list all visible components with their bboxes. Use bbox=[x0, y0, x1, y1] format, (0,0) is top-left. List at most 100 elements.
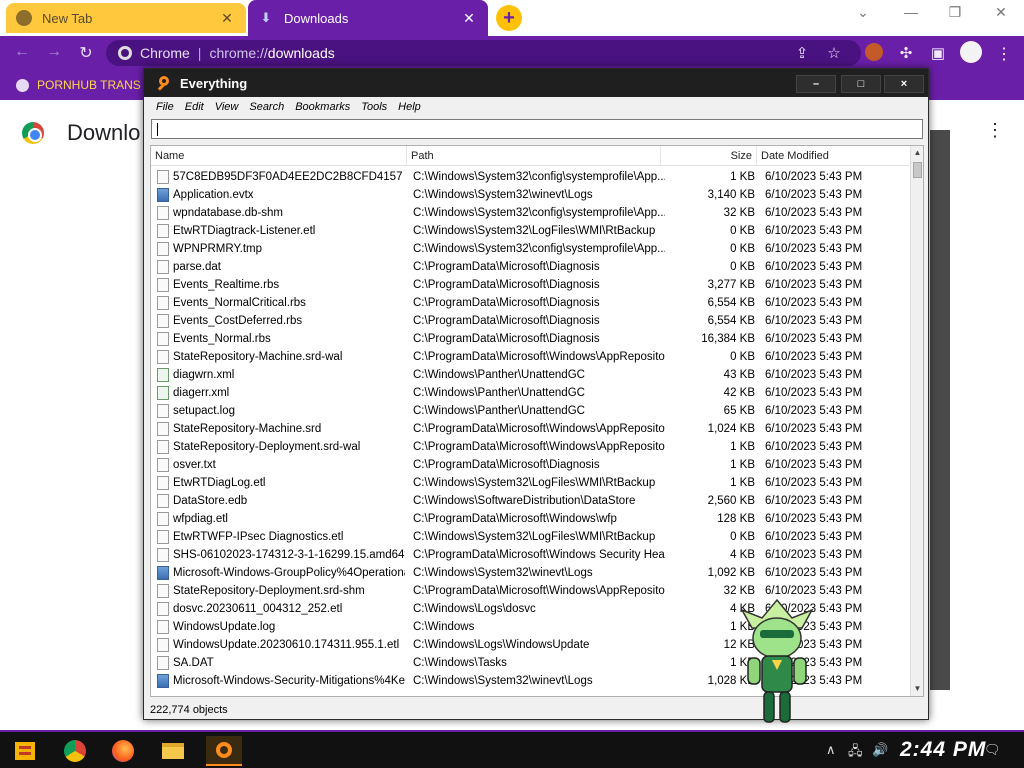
new-tab-button[interactable]: + bbox=[496, 5, 522, 31]
table-row[interactable]: Events_Realtime.rbs C:\ProgramData\Micros… bbox=[151, 276, 909, 294]
file-path: C:\Windows\SoftwareDistribution\DataStor… bbox=[413, 495, 636, 507]
menu-tools[interactable]: Tools bbox=[358, 101, 390, 113]
scroll-down-arrow-icon[interactable]: ▼ bbox=[911, 682, 923, 696]
network-icon[interactable]: 🖧 bbox=[848, 742, 863, 764]
file-file-icon bbox=[157, 476, 169, 490]
share-icon[interactable]: ⇪ bbox=[792, 44, 812, 62]
menu-edit[interactable]: Edit bbox=[182, 101, 207, 113]
file-path: C:\Windows\Logs\dosvc bbox=[413, 603, 536, 615]
tab-search-chevron-icon[interactable]: ⌄ bbox=[848, 4, 878, 21]
file-name: Microsoft-Windows-Security-Mitigations%4… bbox=[173, 675, 405, 687]
tab-close-icon[interactable]: ✕ bbox=[460, 10, 478, 27]
menu-help[interactable]: Help bbox=[395, 101, 424, 113]
clock[interactable]: 2:44 PM bbox=[900, 738, 986, 762]
table-row[interactable]: EtwRTDiagLog.etl C:\Windows\System32\LogF… bbox=[151, 474, 909, 492]
file-date: 6/10/2023 5:43 PM bbox=[765, 351, 863, 363]
table-row[interactable]: Application.evtx C:\Windows\System32\wine… bbox=[151, 186, 909, 204]
notification-icon[interactable]: 🗨 bbox=[984, 742, 1001, 758]
page-title: Downlo bbox=[67, 120, 141, 145]
everything-icon[interactable] bbox=[206, 736, 242, 766]
menu-bookmarks[interactable]: Bookmarks bbox=[292, 101, 353, 113]
tab-new-tab[interactable]: New Tab ✕ bbox=[6, 3, 246, 33]
menu-view[interactable]: View bbox=[212, 101, 242, 113]
back-icon[interactable]: ← bbox=[12, 43, 32, 61]
volume-icon[interactable]: 🔊 bbox=[872, 742, 888, 758]
file-size: 6,554 KB bbox=[707, 315, 755, 327]
column-size-header[interactable]: Size bbox=[661, 146, 757, 166]
file-size: 1 KB bbox=[730, 441, 755, 453]
scroll-thumb[interactable] bbox=[913, 162, 922, 178]
profile-icon[interactable] bbox=[960, 41, 982, 63]
browser-menu-icon[interactable]: ⋮ bbox=[996, 44, 1012, 64]
page-menu-icon[interactable]: ⋮ bbox=[986, 120, 1004, 141]
column-date-header[interactable]: Date Modified bbox=[757, 146, 909, 166]
table-row[interactable]: DataStore.edb C:\Windows\SoftwareDistribu… bbox=[151, 492, 909, 510]
table-row[interactable]: parse.dat C:\ProgramData\Microsoft\Diagno… bbox=[151, 258, 909, 276]
forward-icon[interactable]: → bbox=[44, 43, 64, 61]
table-row[interactable]: EtwRTDiagtrack-Listener.etl C:\Windows\Sy… bbox=[151, 222, 909, 240]
column-name-header[interactable]: Name bbox=[151, 146, 407, 166]
everything-titlebar[interactable]: Everything – □ × bbox=[144, 69, 928, 97]
table-row[interactable]: StateRepository-Deployment.srd-wal C:\Pro… bbox=[151, 438, 909, 456]
reload-icon[interactable]: ↻ bbox=[76, 43, 96, 63]
file-name: StateRepository-Deployment.srd-shm bbox=[173, 585, 365, 597]
close-icon[interactable]: ✕ bbox=[986, 4, 1016, 21]
table-row[interactable]: osver.txt C:\ProgramData\Microsoft\Diagno… bbox=[151, 456, 909, 474]
search-input[interactable] bbox=[151, 119, 923, 139]
extensions-icon[interactable]: ✣ bbox=[896, 44, 916, 62]
table-row[interactable]: diagerr.xml C:\Windows\Panther\UnattendGC… bbox=[151, 384, 909, 402]
file-size: 65 KB bbox=[723, 405, 755, 417]
chrome-icon[interactable] bbox=[60, 736, 90, 766]
vertical-scrollbar[interactable]: ▲ ▼ bbox=[910, 146, 923, 696]
table-row[interactable]: EtwRTWFP-IPsec Diagnostics.etl C:\Windows… bbox=[151, 528, 909, 546]
close-button[interactable]: × bbox=[884, 75, 924, 93]
minimize-button[interactable]: – bbox=[796, 75, 836, 93]
table-row[interactable]: wfpdiag.etl C:\ProgramData\Microsoft\Wind… bbox=[151, 510, 909, 528]
start-icon[interactable] bbox=[10, 736, 40, 766]
file-path: C:\Windows\Logs\WindowsUpdate bbox=[413, 639, 590, 651]
file-date: 6/10/2023 5:43 PM bbox=[765, 225, 863, 237]
table-row[interactable]: SHS-06102023-174312-3-1-16299.15.amd64f.… bbox=[151, 546, 909, 564]
file-size: 128 KB bbox=[717, 513, 755, 525]
bookmark-item[interactable]: PORNHUB TRANS bbox=[16, 78, 141, 92]
tray-overflow-icon[interactable]: ∧ bbox=[826, 742, 836, 758]
menu-file[interactable]: File bbox=[153, 101, 177, 113]
file-date: 6/10/2023 5:43 PM bbox=[765, 315, 863, 327]
address-bar[interactable]: Chrome | chrome:// downloads bbox=[106, 40, 861, 66]
tab-downloads[interactable]: ⬇ Downloads ✕ bbox=[248, 0, 488, 36]
file-path: C:\ProgramData\Microsoft\Windows\wfp bbox=[413, 513, 617, 525]
restore-icon[interactable]: ❐ bbox=[940, 4, 970, 21]
file-name: DataStore.edb bbox=[173, 495, 248, 507]
table-row[interactable]: wpndatabase.db-shm C:\Windows\System32\co… bbox=[151, 204, 909, 222]
file-date: 6/10/2023 5:43 PM bbox=[765, 495, 863, 507]
menu-search[interactable]: Search bbox=[246, 101, 287, 113]
table-row[interactable]: StateRepository-Machine.srd C:\ProgramDat… bbox=[151, 420, 909, 438]
extension-avatar-icon[interactable] bbox=[865, 43, 883, 61]
file-path: C:\Windows\System32\LogFiles\WMI\RtBacku… bbox=[413, 477, 656, 489]
chrome-site-icon bbox=[118, 46, 132, 60]
chrome-logo-icon bbox=[22, 122, 44, 144]
tab-close-icon[interactable]: ✕ bbox=[218, 10, 236, 27]
file-file-icon bbox=[157, 350, 169, 364]
maximize-button[interactable]: □ bbox=[841, 75, 881, 93]
table-row[interactable]: diagwrn.xml C:\Windows\Panther\UnattendGC… bbox=[151, 366, 909, 384]
file-path: C:\Windows\System32\winevt\Logs bbox=[413, 189, 593, 201]
table-row[interactable]: StateRepository-Machine.srd-wal C:\Progra… bbox=[151, 348, 909, 366]
table-row[interactable]: setupact.log C:\Windows\Panther\UnattendG… bbox=[151, 402, 909, 420]
minimize-icon[interactable]: — bbox=[896, 4, 926, 20]
file-explorer-icon[interactable] bbox=[158, 736, 188, 766]
column-path-header[interactable]: Path bbox=[407, 146, 661, 166]
file-file-icon bbox=[157, 224, 169, 238]
side-panel-icon[interactable]: ▣ bbox=[928, 44, 948, 62]
table-row[interactable]: 57C8EDB95DF3F0AD4EE2DC2B8CFD4157 C:\Windo… bbox=[151, 168, 909, 186]
file-date: 6/10/2023 5:43 PM bbox=[765, 243, 863, 255]
download-icon: ⬇ bbox=[260, 10, 272, 25]
table-row[interactable]: WPNPRMRY.tmp C:\Windows\System32\config\s… bbox=[151, 240, 909, 258]
table-row[interactable]: Events_NormalCritical.rbs C:\ProgramData\… bbox=[151, 294, 909, 312]
scroll-up-arrow-icon[interactable]: ▲ bbox=[911, 146, 923, 160]
table-row[interactable]: Events_CostDeferred.rbs C:\ProgramData\Mi… bbox=[151, 312, 909, 330]
table-row[interactable]: Microsoft-Windows-GroupPolicy%4Operation… bbox=[151, 564, 909, 582]
table-row[interactable]: Events_Normal.rbs C:\ProgramData\Microsof… bbox=[151, 330, 909, 348]
bookmark-star-icon[interactable]: ☆ bbox=[824, 44, 844, 62]
firefox-icon[interactable] bbox=[108, 736, 138, 766]
